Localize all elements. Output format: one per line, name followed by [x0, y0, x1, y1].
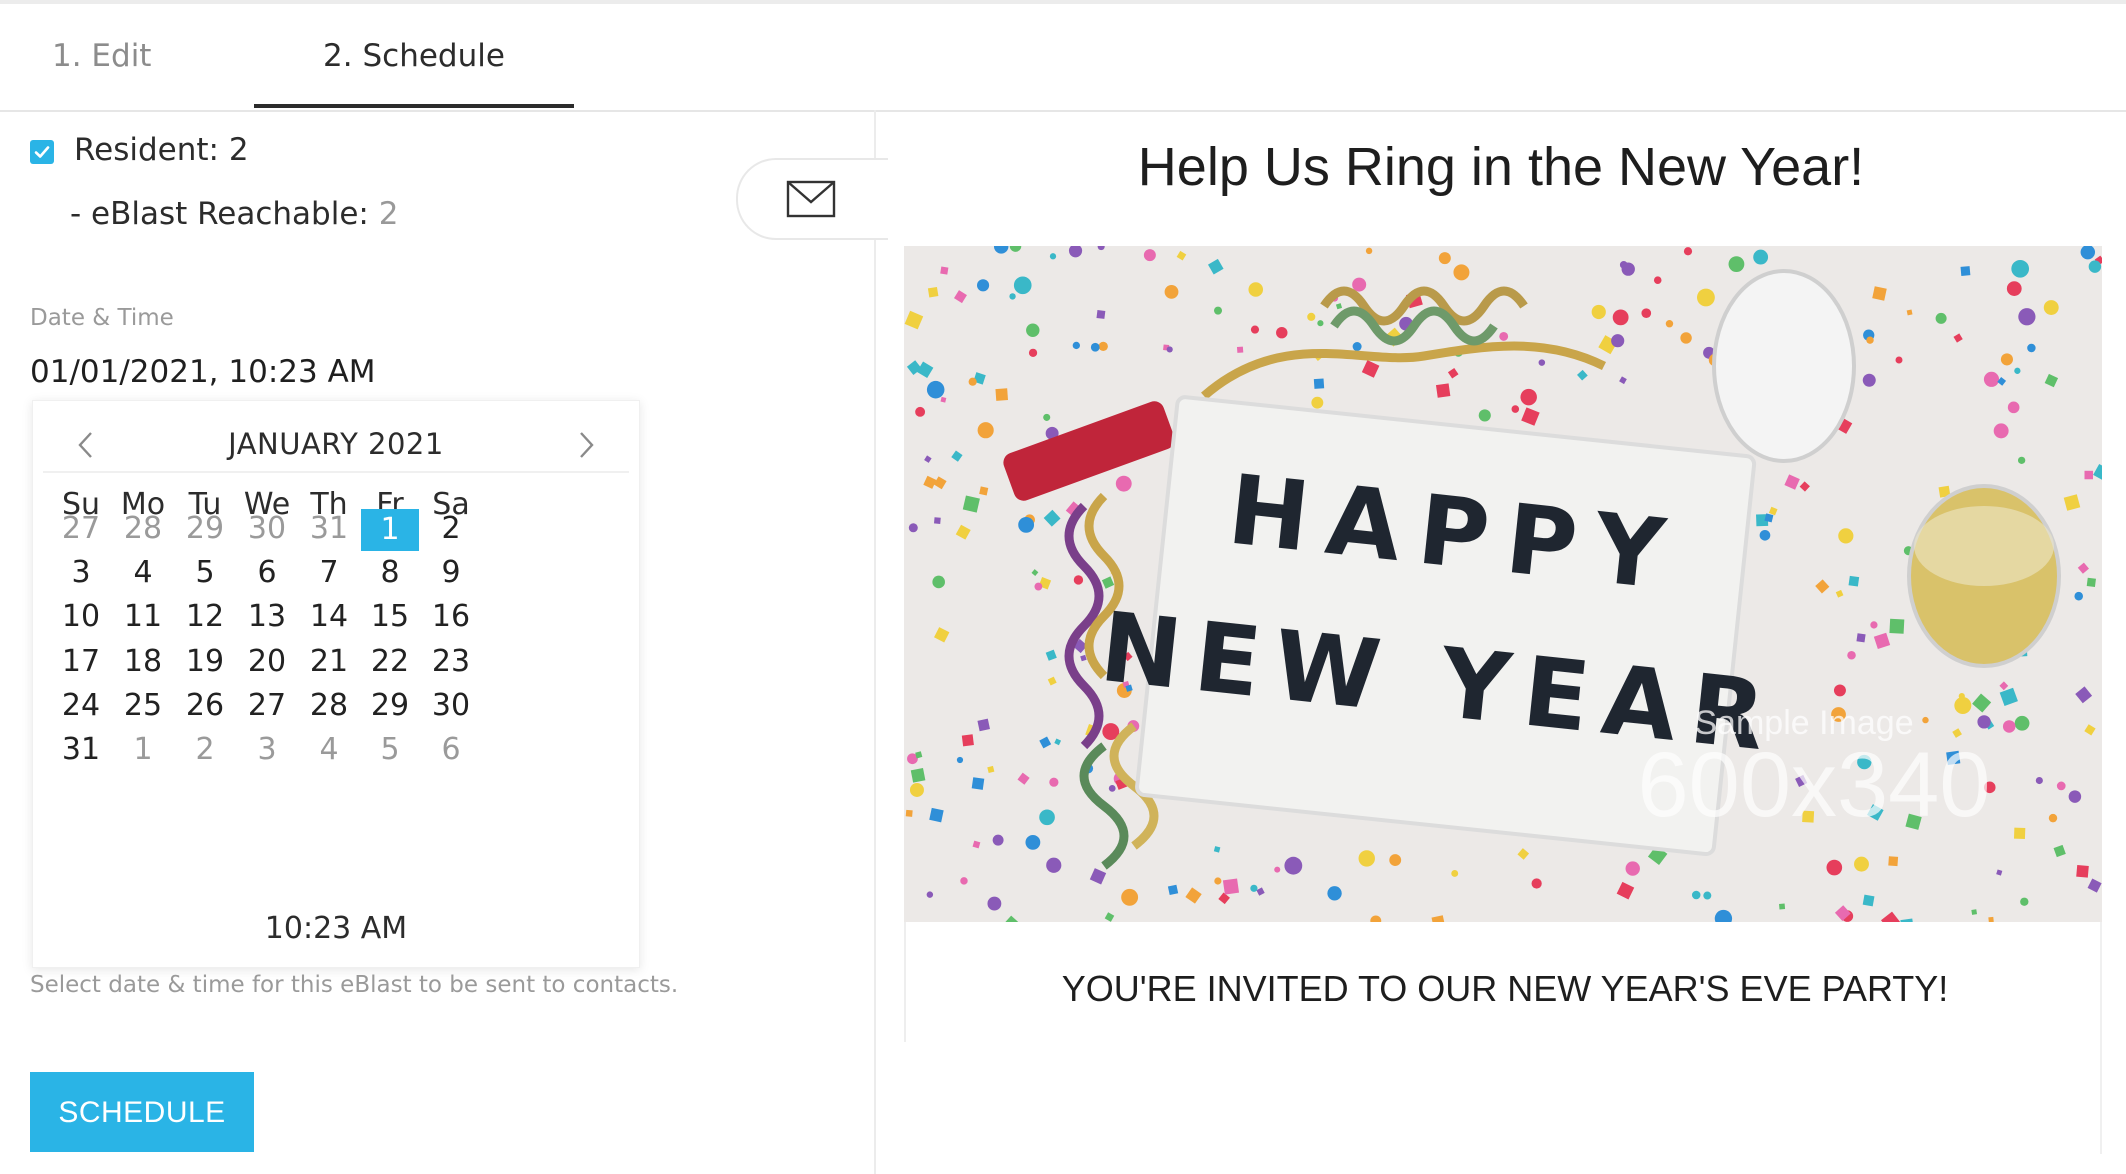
- reachable-label: - eBlast Reachable:: [70, 196, 379, 232]
- calendar-month-title[interactable]: JANUARY 2021: [133, 427, 539, 461]
- calendar-day[interactable]: 2: [412, 509, 490, 549]
- time-picker[interactable]: 10:23 AM: [33, 911, 639, 946]
- resident-count-label: Resident: 2: [74, 132, 249, 168]
- date-time-label: Date & Time: [30, 305, 174, 331]
- preview-edge: [2100, 922, 2102, 1154]
- calendar-header-divider: [43, 471, 629, 473]
- email-preview: Help Us Ring in the New Year! HAPPY NEW …: [876, 110, 2126, 1174]
- tab-bar: 1. Edit 2. Schedule: [0, 4, 2126, 112]
- schedule-button[interactable]: SCHEDULE: [30, 1072, 254, 1152]
- invite-text: YOU'RE INVITED TO OUR NEW YEAR'S EVE PAR…: [1061, 968, 1949, 1009]
- calendar-day-selected[interactable]: 1: [361, 509, 419, 551]
- reachable-row: - eBlast Reachable: 2: [70, 196, 398, 232]
- tab-schedule[interactable]: 2. Schedule: [254, 4, 574, 108]
- active-tab-indicator: [254, 104, 574, 108]
- date-time-hint: Select date & time for this eBlast to be…: [30, 972, 679, 998]
- resident-checkbox[interactable]: [30, 140, 54, 164]
- preview-image: HAPPY NEW YEAR Sample Image 600x340: [904, 246, 2102, 922]
- schedule-panel: Resident: 2 - eBlast Reachable: 2 Date &…: [0, 110, 876, 1174]
- calendar-day[interactable]: 23: [412, 642, 490, 682]
- calendar-day[interactable]: 6: [412, 730, 490, 770]
- envelope-icon: [786, 180, 836, 218]
- calendar-day[interactable]: 9: [412, 553, 490, 593]
- reachable-count: 2: [378, 196, 399, 232]
- chevron-left-icon[interactable]: [71, 425, 101, 465]
- chevron-right-icon[interactable]: [571, 425, 601, 465]
- calendar-day[interactable]: 31: [290, 509, 368, 549]
- date-picker-calendar: JANUARY 2021 10:23 AM Su Mo Tu We Th Fr Sa 27 28…: [32, 400, 640, 968]
- checkmark-icon: [34, 146, 50, 158]
- lightbox-sign: HAPPY NEW YEAR Sample Image 600x340: [1003, 269, 2061, 870]
- watermark-size: 600x340: [1638, 734, 1991, 836]
- email-preview-toggle[interactable]: [736, 158, 888, 240]
- preview-headline: Help Us Ring in the New Year!: [1137, 137, 1865, 197]
- calendar-day[interactable]: 16: [412, 597, 490, 637]
- tab-edit[interactable]: 1. Edit: [52, 4, 151, 108]
- date-time-input[interactable]: 01/01/2021, 10:23 AM: [30, 354, 376, 390]
- calendar-day[interactable]: 30: [412, 686, 490, 726]
- invite-block: YOU'RE INVITED TO OUR NEW YEAR'S EVE PAR…: [904, 922, 2104, 1042]
